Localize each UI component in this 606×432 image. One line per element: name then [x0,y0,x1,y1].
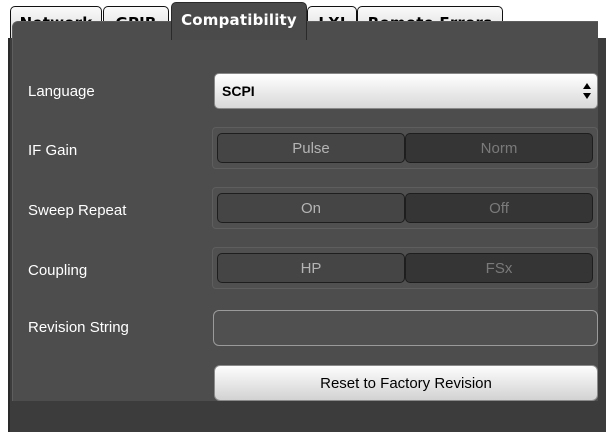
language-value: SCPI [222,83,255,99]
reset-factory-revision-button[interactable]: Reset to Factory Revision [214,365,598,401]
if-gain-label: IF Gain [28,142,78,159]
sweep-repeat-label: Sweep Repeat [28,202,127,219]
if-gain-toggle: Pulse Norm [212,127,598,169]
sweep-repeat-toggle: On Off [212,187,598,229]
coupling-label: Coupling [28,262,88,279]
if-gain-pulse-option[interactable]: Pulse [217,133,405,163]
language-label: Language [28,83,95,100]
if-gain-norm-option[interactable]: Norm [405,133,593,163]
updown-arrows-icon [583,83,591,99]
coupling-toggle: HP FSx [212,247,598,289]
language-select[interactable]: SCPI [214,73,598,109]
sweep-repeat-off-option[interactable]: Off [405,193,593,223]
tab-compatibility[interactable]: Compatibility [171,2,307,40]
revision-string-input[interactable] [213,310,598,346]
coupling-fsx-option[interactable]: FSx [405,253,593,283]
coupling-hp-option[interactable]: HP [217,253,405,283]
revision-string-label: Revision String [28,319,129,336]
sweep-repeat-on-option[interactable]: On [217,193,405,223]
